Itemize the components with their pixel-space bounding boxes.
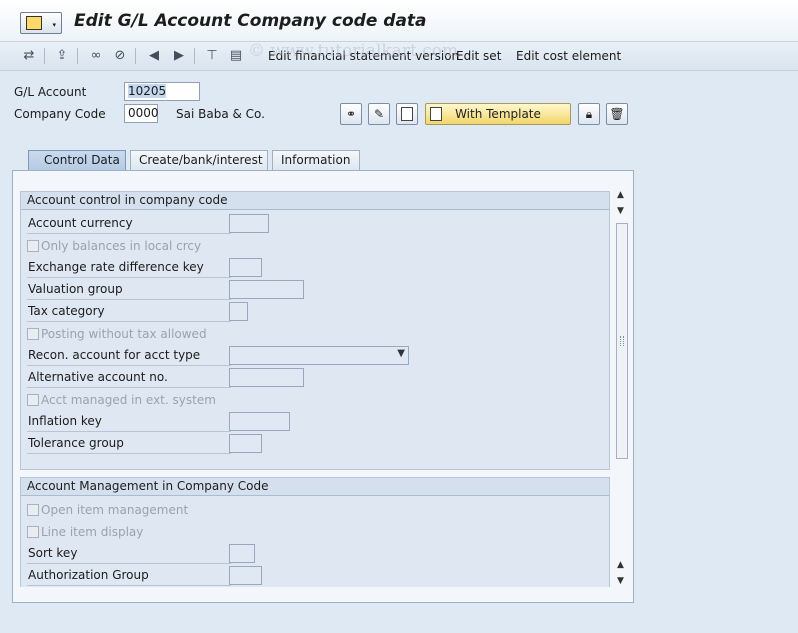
company-code-field[interactable]: 0000 bbox=[124, 104, 159, 123]
line-item-display-row[interactable]: Line item display bbox=[27, 525, 143, 539]
application-toolbar: ⇄ ⇪ ∞ ⊘ ◀ ▶ ⊤ ▤ Edit financial statement… bbox=[0, 42, 798, 71]
toolbar-separator bbox=[135, 48, 136, 64]
company-name: Sai Baba & Co. bbox=[176, 107, 265, 121]
acct-managed-ext-label: Acct managed in ext. system bbox=[41, 393, 216, 407]
line-item-display-checkbox[interactable] bbox=[27, 526, 39, 538]
authorization-group-input[interactable] bbox=[229, 566, 262, 585]
company-code-value: 0000 bbox=[128, 106, 159, 120]
acct-managed-ext-row[interactable]: Acct managed in ext. system bbox=[27, 393, 216, 407]
inflation-key-input[interactable] bbox=[229, 412, 290, 431]
scroll-up-icon[interactable]: ▲ bbox=[617, 560, 624, 570]
trash-icon: 🗑︎ bbox=[609, 107, 625, 121]
company-code-label: Company Code bbox=[14, 107, 106, 121]
scroll-down-icon[interactable]: ▼ bbox=[617, 206, 624, 216]
tolerance-group-input[interactable] bbox=[229, 434, 262, 453]
tax-category-label: Tax category bbox=[27, 302, 231, 322]
recon-account-label: Recon. account for acct type bbox=[27, 346, 231, 366]
authorization-group-label: Authorization Group bbox=[27, 566, 231, 586]
edit-fsv-button[interactable]: Edit financial statement version bbox=[268, 49, 459, 63]
pencil-icon: ✎ bbox=[373, 107, 385, 121]
page-title: Edit G/L Account Company code data bbox=[74, 11, 427, 31]
posting-without-tax-label: Posting without tax allowed bbox=[41, 327, 207, 341]
alternative-account-input[interactable] bbox=[229, 368, 304, 387]
previous-icon[interactable]: ◀ bbox=[145, 47, 163, 65]
gl-account-value: 10205 bbox=[128, 84, 167, 98]
recon-account-dropdown[interactable]: ▼ bbox=[229, 346, 409, 365]
exchange-rate-key-input[interactable] bbox=[229, 258, 262, 277]
tolerance-group-label: Tolerance group bbox=[27, 434, 231, 454]
account-currency-input[interactable] bbox=[229, 214, 269, 233]
delete-button[interactable]: 🗑︎ bbox=[606, 103, 628, 125]
edit-set-button[interactable]: Edit set bbox=[456, 49, 501, 63]
tab-label: Control Data bbox=[44, 153, 120, 167]
gl-account-field[interactable]: 10205 bbox=[124, 82, 200, 101]
scroll-grip-icon bbox=[620, 336, 624, 346]
valuation-group-input[interactable] bbox=[229, 280, 304, 299]
valuation-group-label: Valuation group bbox=[27, 280, 231, 300]
other-object-icon[interactable]: ⇪ bbox=[53, 47, 71, 65]
with-template-label: With Template bbox=[455, 107, 541, 121]
menu-icon bbox=[26, 16, 42, 30]
toolbar-separator bbox=[44, 48, 45, 64]
document-icon[interactable]: ▤ bbox=[227, 47, 245, 65]
exchange-rate-key-label: Exchange rate difference key bbox=[27, 258, 231, 278]
link-icon[interactable]: ⊘ bbox=[111, 47, 129, 65]
where-used-icon[interactable]: ∞ bbox=[87, 47, 105, 65]
tab-label: Create/bank/interest bbox=[139, 153, 263, 167]
system-menu-button[interactable]: ▾ bbox=[20, 12, 62, 34]
lock-button[interactable]: 🔒︎ bbox=[578, 103, 600, 125]
group-title: Account Management in Company Code bbox=[21, 478, 609, 496]
tab-control-data[interactable]: Control Data bbox=[28, 150, 126, 170]
posting-without-tax-checkbox[interactable] bbox=[27, 328, 39, 340]
hierarchy-icon[interactable]: ⊤ bbox=[203, 47, 221, 65]
display-change-icon[interactable]: ⇄ bbox=[20, 47, 38, 65]
inflation-key-label: Inflation key bbox=[27, 412, 231, 432]
only-balances-checkbox-row[interactable]: Only balances in local crcy bbox=[27, 239, 201, 253]
scroll-down-icon[interactable]: ▼ bbox=[617, 576, 624, 586]
account-currency-label: Account currency bbox=[27, 214, 231, 234]
posting-without-tax-row[interactable]: Posting without tax allowed bbox=[27, 327, 207, 341]
toolbar-separator bbox=[77, 48, 78, 64]
sort-key-input[interactable] bbox=[229, 544, 255, 563]
open-item-mgmt-label: Open item management bbox=[41, 503, 189, 517]
change-button[interactable]: ✎ bbox=[368, 103, 390, 125]
tab-information[interactable]: Information bbox=[272, 150, 360, 170]
chevron-down-icon: ▼ bbox=[397, 348, 405, 359]
gl-account-label: G/L Account bbox=[14, 85, 87, 99]
tax-category-input[interactable] bbox=[229, 302, 248, 321]
lock-icon: 🔒︎ bbox=[585, 107, 593, 121]
scroll-up-icon[interactable]: ▲ bbox=[617, 190, 624, 200]
dropdown-triangle-icon: ▾ bbox=[52, 21, 56, 29]
tab-create-bank-interest[interactable]: Create/bank/interest bbox=[130, 150, 268, 170]
template-document-icon bbox=[430, 107, 442, 121]
vertical-scrollbar[interactable]: ▲ ▼ ▲ ▼ bbox=[614, 188, 630, 588]
edit-cost-element-button[interactable]: Edit cost element bbox=[516, 49, 621, 63]
display-button[interactable]: ⚭ bbox=[340, 103, 362, 125]
create-button[interactable] bbox=[396, 103, 418, 125]
glasses-icon: ⚭ bbox=[345, 107, 357, 121]
with-template-button[interactable]: With Template bbox=[425, 103, 571, 125]
tab-label: Information bbox=[281, 153, 351, 167]
title-bar: ▾ Edit G/L Account Company code data bbox=[0, 0, 798, 42]
only-balances-label: Only balances in local crcy bbox=[41, 239, 202, 253]
sort-key-label: Sort key bbox=[27, 544, 231, 564]
only-balances-checkbox[interactable] bbox=[27, 240, 39, 252]
open-item-mgmt-row[interactable]: Open item management bbox=[27, 503, 188, 517]
open-item-mgmt-checkbox[interactable] bbox=[27, 504, 39, 516]
group-title: Account control in company code bbox=[21, 192, 609, 210]
new-document-icon bbox=[401, 107, 413, 121]
acct-managed-ext-checkbox[interactable] bbox=[27, 394, 39, 406]
alternative-account-label: Alternative account no. bbox=[27, 368, 231, 388]
toolbar-separator bbox=[194, 48, 195, 64]
line-item-display-label: Line item display bbox=[41, 525, 144, 539]
next-icon[interactable]: ▶ bbox=[170, 47, 188, 65]
